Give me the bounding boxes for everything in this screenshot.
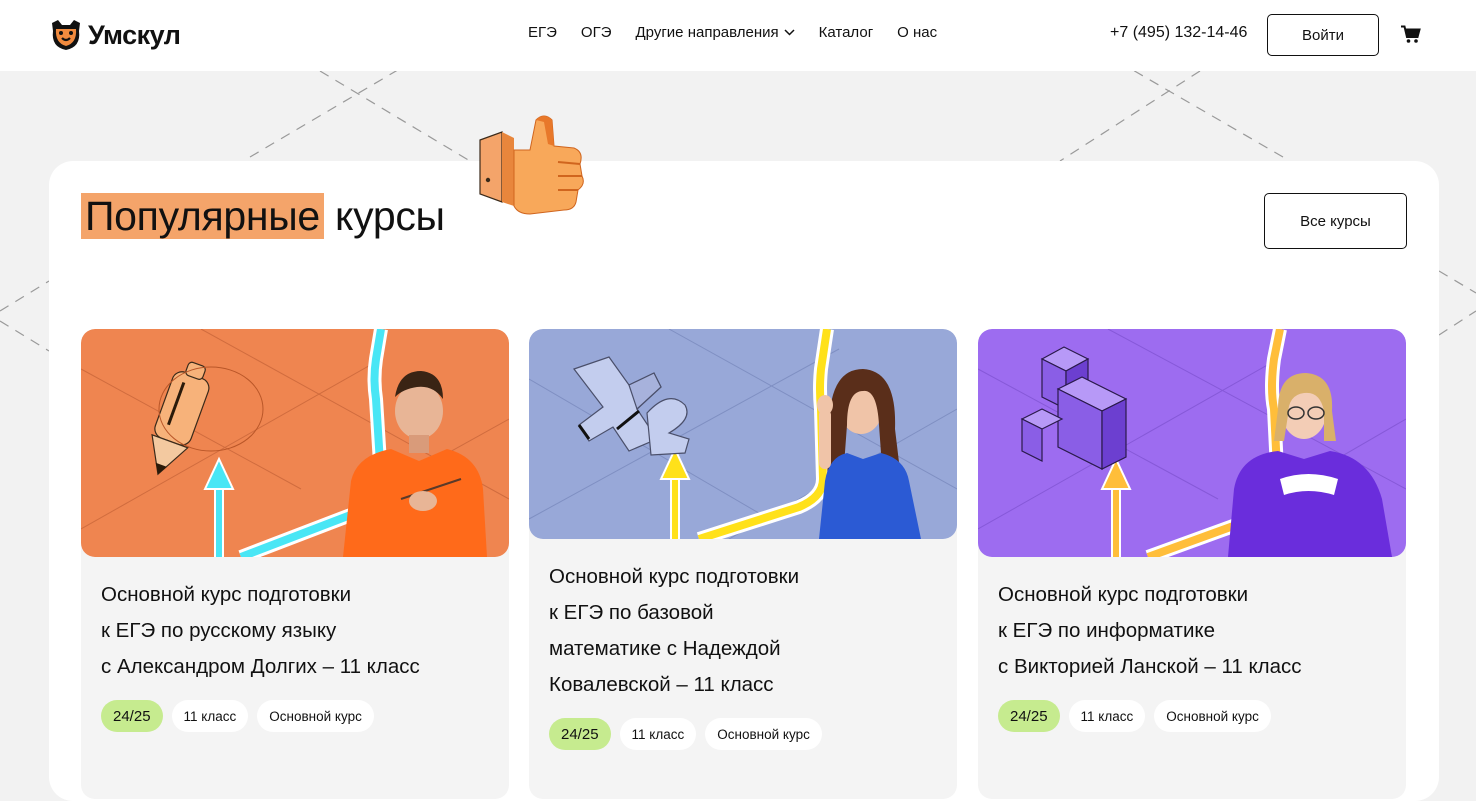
cart-icon[interactable] <box>1401 25 1421 44</box>
course-illustration <box>529 329 957 539</box>
nav-item-other[interactable]: Другие направления <box>636 24 795 41</box>
tag-year: 24/25 <box>998 700 1060 732</box>
main-nav: ЕГЭ ОГЭ Другие направления Каталог О нас <box>528 24 961 41</box>
course-card[interactable]: Основной курс подготовки к ЕГЭ по базово… <box>529 329 957 799</box>
bear-logo-icon <box>52 20 80 50</box>
section-title: Популярные курсы <box>81 193 445 240</box>
course-title-line: Ковалевской – 11 класс <box>549 673 774 696</box>
course-card[interactable]: Основной курс подготовки к ЕГЭ по русско… <box>81 329 509 799</box>
course-tags: 24/25 11 класс Основной курс <box>998 700 1271 732</box>
tag-year: 24/25 <box>549 718 611 750</box>
course-tags: 24/25 11 класс Основной курс <box>101 700 374 732</box>
login-button[interactable]: Войти <box>1267 14 1379 56</box>
course-title-line: Основной курс подготовки <box>549 565 800 588</box>
tag-grade: 11 класс <box>619 718 697 750</box>
tag-grade: 11 класс <box>171 700 249 732</box>
tag-grade: 11 класс <box>1068 700 1146 732</box>
thumbs-up-icon <box>479 115 584 215</box>
course-tags: 24/25 11 класс Основной курс <box>549 718 822 750</box>
nav-label: Другие направления <box>635 24 779 41</box>
tag-type: Основной курс <box>1154 700 1271 732</box>
nav-label: ОГЭ <box>580 24 612 41</box>
all-courses-button[interactable]: Все курсы <box>1264 193 1407 249</box>
nav-label: Каталог <box>818 24 874 41</box>
course-title-line: к ЕГЭ по базовой <box>549 601 714 624</box>
tag-year: 24/25 <box>101 700 163 732</box>
tag-type: Основной курс <box>257 700 374 732</box>
course-card[interactable]: Основной курс подготовки к ЕГЭ по информ… <box>978 329 1406 799</box>
tag-type: Основной курс <box>705 718 822 750</box>
title-highlight: Популярные <box>81 193 324 239</box>
course-image <box>529 329 957 539</box>
nav-item-ege[interactable]: ЕГЭ <box>528 24 557 41</box>
brand-name: Умскул <box>88 19 181 50</box>
chevron-down-icon <box>784 29 795 36</box>
nav-item-catalog[interactable]: Каталог <box>819 24 874 41</box>
course-title-line: к ЕГЭ по русскому языку <box>101 619 337 642</box>
nav-item-about[interactable]: О нас <box>897 24 937 41</box>
phone-link[interactable]: +7 (495) 132-14-46 <box>1110 24 1247 42</box>
course-title-line: математике с Надеждой <box>549 637 781 660</box>
title-rest: курсы <box>335 193 445 239</box>
course-title: Основной курс подготовки к ЕГЭ по русско… <box>101 577 461 685</box>
course-title-line: с Александром Долгих – 11 класс <box>101 655 420 678</box>
course-title: Основной курс подготовки к ЕГЭ по информ… <box>998 577 1358 685</box>
course-title-line: к ЕГЭ по информатике <box>998 619 1215 642</box>
course-illustration <box>978 329 1406 557</box>
course-title-line: Основной курс подготовки <box>101 583 352 606</box>
course-image <box>81 329 509 557</box>
course-illustration <box>81 329 509 557</box>
nav-label: О нас <box>897 24 938 41</box>
site-header: Умскул ЕГЭ ОГЭ Другие направления Катало… <box>0 0 1476 71</box>
nav-label: ЕГЭ <box>528 24 557 41</box>
nav-item-oge[interactable]: ОГЭ <box>581 24 612 41</box>
course-image <box>978 329 1406 557</box>
course-title-line: Основной курс подготовки <box>998 583 1249 606</box>
course-title-line: с Викторией Ланской – 11 класс <box>998 655 1302 678</box>
brand-logo[interactable]: Умскул <box>48 16 181 54</box>
course-title: Основной курс подготовки к ЕГЭ по базово… <box>549 559 909 703</box>
